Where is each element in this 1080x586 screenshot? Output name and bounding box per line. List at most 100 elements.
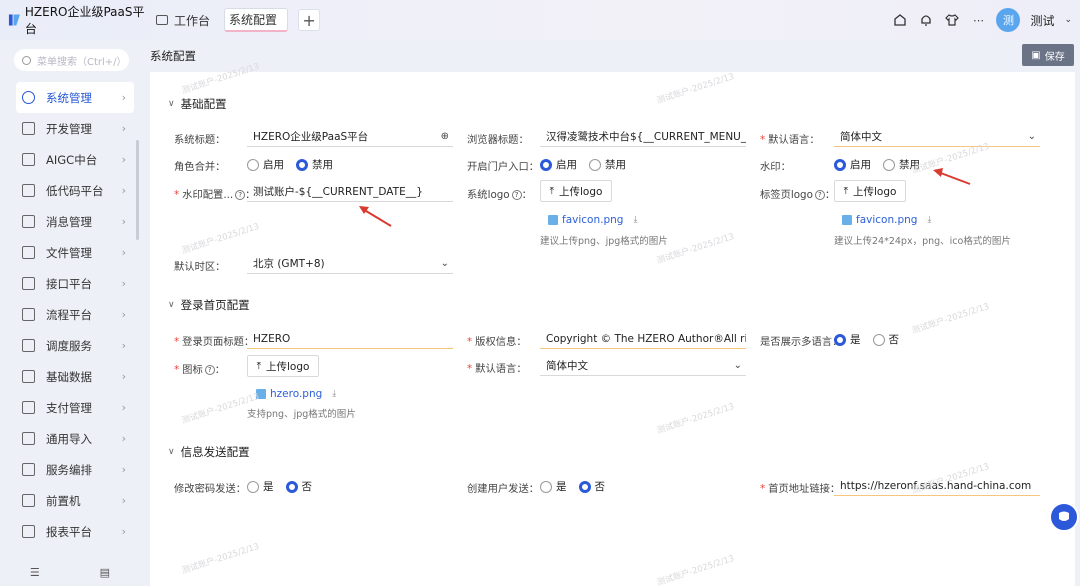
download-icon[interactable]: ⤓ — [927, 215, 931, 225]
select-value: 简体中文 — [546, 360, 588, 372]
help-icon[interactable]: ? — [204, 365, 215, 375]
copyright-label: * 版权信息： — [467, 336, 527, 348]
sidebar-item-label: 开发管理 — [46, 121, 92, 136]
help-icon[interactable]: ? — [814, 190, 825, 200]
sidebar-item-system-management[interactable]: 系统管理 › — [16, 82, 134, 113]
login-default-lang-select[interactable]: 简体中文 ⌄ — [540, 356, 746, 376]
radio-label: 否 — [301, 481, 313, 493]
radio-circle[interactable] — [834, 158, 846, 171]
message-icon — [22, 215, 35, 228]
sidebar-item-scheduler[interactable]: 调度服务 › — [16, 330, 134, 361]
radio-disable[interactable]: 禁用 — [296, 157, 333, 172]
sidebar-item-message[interactable]: 消息管理 › — [16, 206, 134, 237]
shirt-icon[interactable] — [944, 12, 960, 28]
browser-title-input[interactable]: 汉得凌鹭技术中台${__CURRENT_MENU_ — [540, 127, 746, 147]
user-send-label: 创建用户发送： — [467, 483, 540, 495]
radio-circle[interactable] — [578, 480, 591, 493]
button-label: 上传logo — [265, 360, 310, 373]
sidebar-item-aigc[interactable]: AIGC中台 › — [16, 144, 134, 175]
timezone-select[interactable]: 北京 (GMT+8) ⌄ — [247, 254, 453, 274]
radio-yes[interactable]: 是 — [247, 479, 274, 494]
radio-yes[interactable]: 是 — [540, 479, 567, 494]
icon-upload-button[interactable]: ⤒ 上传logo — [247, 355, 319, 377]
radio-circle[interactable] — [540, 480, 552, 493]
icon-file[interactable]: hzero.png ⤓ — [256, 388, 336, 400]
sidebar-item-payment[interactable]: 支付管理 › — [16, 392, 134, 423]
user-name[interactable]: 测试 — [1030, 12, 1054, 29]
radio-circle[interactable] — [834, 333, 846, 346]
tab-system-config[interactable]: 系统配置 — [224, 8, 289, 32]
radio-circle[interactable] — [872, 333, 885, 346]
radio-circle[interactable] — [589, 158, 601, 171]
watermark-label: 水印： — [760, 161, 791, 173]
radio-enable[interactable]: 启用 — [540, 157, 577, 172]
sidebar-item-dev-management[interactable]: 开发管理 › — [16, 113, 134, 144]
sidebar-item-workflow[interactable]: 流程平台 › — [16, 299, 134, 330]
sidebar-item-orchestration[interactable]: 服务编排 › — [16, 454, 134, 485]
chevron-right-icon: › — [121, 494, 126, 507]
radio-disable[interactable]: 禁用 — [589, 157, 626, 172]
radio-circle[interactable] — [296, 158, 308, 171]
sidebar-item-label: 基础数据 — [46, 369, 92, 384]
section-basic-header[interactable]: ∨ 基础配置 — [168, 96, 227, 112]
document-icon[interactable]: ▤ — [100, 566, 110, 579]
app-logo[interactable]: HZERO企业级PaaS平台 — [8, 3, 146, 37]
sidebar-item-interface[interactable]: 接口平台 › — [16, 268, 134, 299]
radio-circle[interactable] — [540, 158, 552, 171]
radio-enable[interactable]: 启用 — [834, 157, 871, 172]
help-icon[interactable]: ? — [511, 190, 522, 200]
bell-icon[interactable] — [918, 12, 934, 28]
sidebar-item-front-machine[interactable]: 前置机 › — [16, 485, 134, 516]
label-text: 登录页面标题： — [182, 336, 255, 348]
sidebar-item-import[interactable]: 通用导入 › — [16, 423, 134, 454]
default-lang-select[interactable]: 简体中文 ⌄ — [834, 127, 1040, 147]
section-login-header[interactable]: ∨ 登录首页配置 — [168, 297, 250, 313]
system-logo-file[interactable]: favicon.png ⤓ — [548, 214, 637, 226]
chevron-down-icon[interactable]: ⌄ — [1064, 15, 1072, 25]
chat-icon — [1059, 511, 1069, 521]
help-icon[interactable]: ? — [235, 190, 246, 200]
radio-no[interactable]: 否 — [578, 479, 605, 494]
radio-circle[interactable] — [883, 158, 895, 171]
radio-circle[interactable] — [285, 480, 298, 493]
radio-label: 是 — [263, 481, 274, 493]
home-icon[interactable] — [892, 12, 908, 28]
add-tab-button[interactable]: + — [298, 9, 321, 31]
more-icon[interactable]: ⋯ — [970, 12, 986, 28]
login-title-input[interactable]: HZERO — [247, 329, 453, 349]
avatar[interactable]: 测 — [996, 8, 1021, 32]
sidebar-scrollbar[interactable] — [136, 140, 139, 240]
chevron-right-icon: › — [121, 308, 126, 321]
system-logo-upload-button[interactable]: ⤒ 上传logo — [540, 180, 612, 202]
radio-circle[interactable] — [247, 158, 259, 171]
tab-logo-label: 标签页logo?： — [760, 189, 836, 201]
radio-no[interactable]: 否 — [872, 332, 900, 347]
sidebar-item-file[interactable]: 文件管理 › — [16, 237, 134, 268]
collapse-menu-icon[interactable]: ☰ — [30, 566, 40, 579]
select-value: 简体中文 — [840, 131, 882, 143]
radio-no[interactable]: 否 — [285, 479, 313, 494]
download-icon[interactable]: ⤓ — [332, 389, 336, 399]
sidebar-item-basic-data[interactable]: 基础数据 › — [16, 361, 134, 392]
sidebar-item-lowcode[interactable]: 低代码平台 › — [16, 175, 134, 206]
radio-circle[interactable] — [247, 480, 259, 493]
menu-search-input[interactable]: 菜单搜索（Ctrl+/） — [14, 49, 129, 71]
tab-logo-upload-button[interactable]: ⤒ 上传logo — [834, 180, 906, 202]
watermark-text: 测试账户-2025/2/13 — [655, 71, 736, 107]
radio-enable[interactable]: 启用 — [247, 157, 284, 172]
multi-lang-label: 是否展示多语言： — [760, 336, 843, 348]
globe-icon[interactable]: ⊕ — [441, 131, 449, 142]
radio-label: 否 — [888, 334, 900, 346]
watermark-text: 测试账户-2025/2/13 — [910, 301, 991, 337]
save-button[interactable]: ▣ 保存 — [1022, 44, 1074, 66]
download-icon[interactable]: ⤓ — [633, 215, 637, 225]
tab-logo-file[interactable]: favicon.png ⤓ — [842, 214, 931, 226]
copyright-input[interactable]: Copyright © The HZERO Author®All rights … — [540, 329, 746, 349]
radio-yes[interactable]: 是 — [834, 332, 861, 347]
section-info-header[interactable]: ∨ 信息发送配置 — [168, 444, 250, 460]
watermark-config-input[interactable]: 测试账户-${__CURRENT_DATE__} — [247, 182, 453, 202]
system-title-input[interactable]: HZERO企业级PaaS平台 ⊕ — [247, 127, 453, 147]
tab-workbench[interactable]: 工作台 — [150, 8, 216, 32]
sidebar-item-report[interactable]: 报表平台 › — [16, 516, 134, 547]
assistant-button[interactable] — [1049, 502, 1079, 532]
